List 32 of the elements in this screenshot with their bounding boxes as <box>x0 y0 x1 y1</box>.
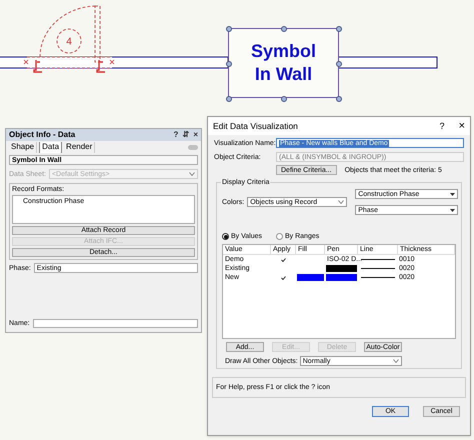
selection-handle[interactable] <box>281 26 287 32</box>
caret-down-icon <box>450 208 456 212</box>
close-button[interactable]: × <box>458 120 465 132</box>
chevron-down-icon <box>338 200 344 204</box>
selection-handle[interactable] <box>281 96 287 102</box>
radio-button[interactable] <box>276 233 283 240</box>
selection-handle[interactable] <box>226 96 232 102</box>
caret-down-icon <box>450 192 456 196</box>
door-tag: 4 <box>66 36 72 48</box>
tab[interactable]: Render <box>64 142 96 152</box>
line-sample <box>361 259 395 260</box>
symbol-label: Symbol <box>250 40 316 63</box>
selection-handle[interactable] <box>336 61 342 67</box>
help-button[interactable]: ? <box>440 122 445 130</box>
name-field[interactable] <box>32 319 198 328</box>
chevron-down-icon <box>392 359 399 363</box>
title-button[interactable]: ? <box>173 131 178 139</box>
tab[interactable]: Data <box>39 142 62 152</box>
dialog-title: Edit Data Visualization <box>213 122 299 130</box>
selection-handle[interactable] <box>336 96 342 102</box>
panel-title: Object Info - Data <box>9 131 76 139</box>
title-button[interactable]: ⇵ <box>182 131 190 139</box>
tab[interactable]: Shape <box>9 142 38 152</box>
selection-handle[interactable] <box>336 26 342 32</box>
radio-button[interactable] <box>222 233 229 240</box>
line-sample <box>361 277 395 278</box>
line-sample <box>361 268 395 269</box>
toggle-button[interactable] <box>188 144 198 150</box>
title-button[interactable]: × <box>193 131 198 139</box>
symbol-label: In Wall <box>254 63 312 86</box>
chevron-down-icon <box>189 172 195 176</box>
selection-handle[interactable] <box>226 26 232 32</box>
